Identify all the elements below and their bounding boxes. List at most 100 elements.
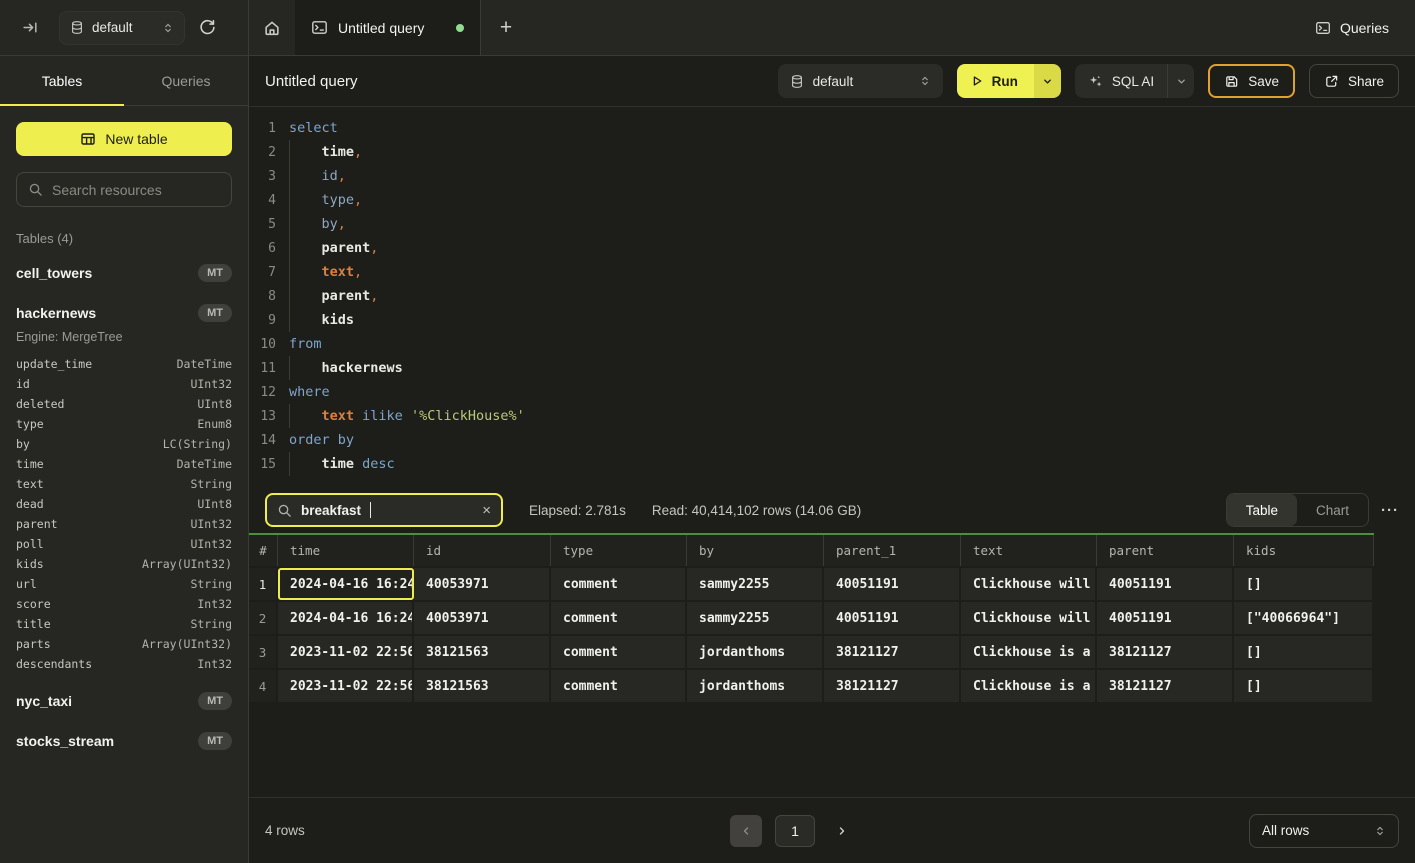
clear-search-icon[interactable]: × — [482, 502, 491, 519]
table-cell[interactable]: 40053971 — [414, 568, 551, 600]
run-button-group: Run — [957, 64, 1061, 98]
tab-tables[interactable]: Tables — [0, 56, 124, 105]
table-cell[interactable]: comment — [551, 670, 687, 702]
column-name: descendants — [16, 657, 92, 671]
table-cell[interactable]: jordanthoms — [687, 636, 824, 668]
home-icon[interactable] — [249, 0, 295, 55]
table-item-nyc_taxi[interactable]: nyc_taxiMT — [16, 688, 232, 714]
queries-link[interactable]: Queries — [1315, 20, 1389, 36]
schema-row-by[interactable]: byLC(String) — [16, 434, 232, 454]
table-cell[interactable]: Clickhouse will … — [961, 568, 1097, 600]
table-cell[interactable]: Clickhouse will … — [961, 602, 1097, 634]
line-number: 3 — [249, 169, 289, 184]
schema-row-poll[interactable]: pollUInt32 — [16, 534, 232, 554]
column-name: title — [16, 617, 51, 631]
table-cell[interactable]: ["40066964"] — [1234, 602, 1374, 634]
more-options-icon[interactable]: ··· — [1381, 502, 1399, 519]
query-database-selector[interactable]: default — [778, 64, 943, 98]
table-cell[interactable]: comment — [551, 602, 687, 634]
table-cell[interactable]: comment — [551, 568, 687, 600]
search-resources-input[interactable]: Search resources — [16, 172, 232, 207]
schema-row-time[interactable]: timeDateTime — [16, 454, 232, 474]
table-cell[interactable]: [] — [1234, 636, 1374, 668]
table-cell[interactable]: Clickhouse is a … — [961, 636, 1097, 668]
schema-row-type[interactable]: typeEnum8 — [16, 414, 232, 434]
table-cell[interactable]: 40053971 — [414, 602, 551, 634]
table-cell[interactable]: 2024-04-16 16:24… — [278, 568, 414, 600]
table-cell[interactable]: 40051191 — [824, 602, 961, 634]
share-button[interactable]: Share — [1309, 64, 1399, 98]
refresh-icon[interactable] — [199, 19, 216, 36]
column-header-parent[interactable]: parent — [1097, 535, 1234, 566]
schema-row-title[interactable]: titleString — [16, 614, 232, 634]
column-header-num[interactable]: # — [249, 535, 278, 566]
sql-editor[interactable]: 1select2 time,3 id,4 type,5 by,6 parent,… — [249, 107, 1415, 487]
view-table-button[interactable]: Table — [1227, 494, 1297, 526]
table-cell[interactable]: 40051191 — [1097, 568, 1234, 600]
table-cell[interactable]: 40051191 — [1097, 602, 1234, 634]
sql-ai-button[interactable]: SQL AI — [1075, 64, 1167, 98]
column-header-text[interactable]: text — [961, 535, 1097, 566]
code-text: time desc — [289, 452, 395, 476]
schema-row-kids[interactable]: kidsArray(UInt32) — [16, 554, 232, 574]
table-cell[interactable]: Clickhouse is a … — [961, 670, 1097, 702]
previous-page-button[interactable] — [730, 815, 762, 847]
table-cell[interactable]: 2024-04-16 16:24… — [278, 602, 414, 634]
column-type: String — [190, 577, 232, 591]
sql-ai-options-button[interactable] — [1167, 64, 1194, 98]
table-cell[interactable]: 38121127 — [1097, 636, 1234, 668]
column-header-kids[interactable]: kids — [1234, 535, 1374, 566]
column-header-id[interactable]: id — [414, 535, 551, 566]
new-table-button[interactable]: New table — [16, 122, 232, 156]
table-cell[interactable]: sammy2255 — [687, 568, 824, 600]
schema-row-deleted[interactable]: deletedUInt8 — [16, 394, 232, 414]
table-cell[interactable]: comment — [551, 636, 687, 668]
schema-row-parent[interactable]: parentUInt32 — [16, 514, 232, 534]
column-header-parent_1[interactable]: parent_1 — [824, 535, 961, 566]
table-row: 42023-11-02 22:56…38121563commentjordant… — [249, 668, 1374, 702]
table-cell[interactable]: 38121563 — [414, 670, 551, 702]
database-selector[interactable]: default — [59, 11, 185, 45]
table-item-cell_towers[interactable]: cell_towersMT — [16, 260, 232, 286]
schema-row-dead[interactable]: deadUInt8 — [16, 494, 232, 514]
schema-row-url[interactable]: urlString — [16, 574, 232, 594]
save-button[interactable]: Save — [1208, 64, 1295, 98]
table-cell[interactable]: 38121127 — [1097, 670, 1234, 702]
column-type: String — [190, 477, 232, 491]
column-name: parent — [16, 517, 58, 531]
schema-row-score[interactable]: scoreInt32 — [16, 594, 232, 614]
run-options-button[interactable] — [1034, 64, 1061, 98]
schema-row-text[interactable]: textString — [16, 474, 232, 494]
table-cell[interactable]: 40051191 — [824, 568, 961, 600]
table-cell[interactable]: [] — [1234, 568, 1374, 600]
schema-row-id[interactable]: idUInt32 — [16, 374, 232, 394]
new-tab-button[interactable]: + — [481, 0, 531, 55]
schema-row-descendants[interactable]: descendantsInt32 — [16, 654, 232, 674]
table-cell[interactable]: [] — [1234, 670, 1374, 702]
schema-row-parts[interactable]: partsArray(UInt32) — [16, 634, 232, 654]
column-header-type[interactable]: type — [551, 535, 687, 566]
column-type: DateTime — [177, 357, 232, 371]
schema-row-update_time[interactable]: update_timeDateTime — [16, 354, 232, 374]
database-icon — [790, 74, 804, 89]
column-header-by[interactable]: by — [687, 535, 824, 566]
tab-queries[interactable]: Queries — [124, 56, 248, 105]
table-cell[interactable]: jordanthoms — [687, 670, 824, 702]
table-cell[interactable]: 38121127 — [824, 670, 961, 702]
page-size-selector[interactable]: All rows — [1249, 814, 1399, 848]
page-number[interactable]: 1 — [775, 815, 815, 847]
table-cell[interactable]: 38121563 — [414, 636, 551, 668]
results-search-input[interactable]: breakfast × — [265, 493, 503, 527]
view-chart-button[interactable]: Chart — [1297, 494, 1368, 526]
next-page-button[interactable] — [828, 815, 856, 847]
table-cell[interactable]: 2023-11-02 22:56… — [278, 636, 414, 668]
table-cell[interactable]: 38121127 — [824, 636, 961, 668]
table-cell[interactable]: 2023-11-02 22:56… — [278, 670, 414, 702]
run-button[interactable]: Run — [957, 64, 1034, 98]
table-item-stocks_stream[interactable]: stocks_streamMT — [16, 728, 232, 754]
table-item-hackernews[interactable]: hackernewsMT — [16, 300, 232, 326]
tab-untitled-query[interactable]: Untitled query — [295, 0, 481, 55]
column-header-time[interactable]: time — [278, 535, 414, 566]
collapse-sidebar-icon[interactable] — [22, 19, 39, 36]
table-cell[interactable]: sammy2255 — [687, 602, 824, 634]
